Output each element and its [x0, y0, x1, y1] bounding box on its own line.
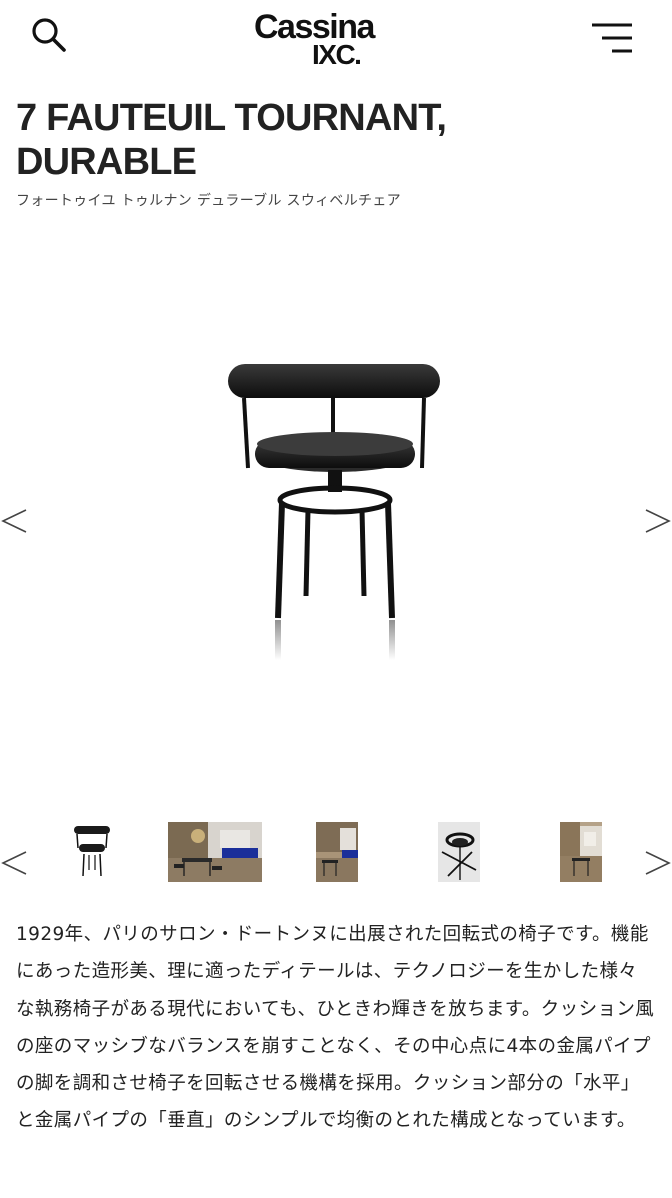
thumbnail-chair-top-view[interactable] — [438, 822, 480, 886]
chevron-right-icon — [645, 851, 671, 875]
product-main-image — [200, 340, 472, 670]
thumbnail-next-button[interactable] — [642, 848, 672, 878]
product-title: 7 FAUTEUIL TOURNANT, DURABLE — [16, 96, 656, 184]
thumbnail-interior[interactable] — [316, 822, 358, 886]
main-gallery-next-button[interactable] — [642, 506, 672, 536]
hamburger-menu-icon — [592, 23, 632, 53]
chevron-left-icon — [1, 851, 27, 875]
cassina-ixc-logo[interactable]: Cassina IXC. — [254, 10, 404, 70]
site-header: Cassina IXC. — [0, 0, 672, 80]
search-icon — [32, 18, 66, 52]
thumbnail-prev-button[interactable] — [0, 848, 30, 878]
product-subtitle-katakana: フォートゥイユ トゥルナン デュラーブル スウィベルチェア — [16, 193, 401, 209]
logo-text-bottom: IXC. — [312, 39, 362, 70]
thumbnail-room-corner[interactable] — [560, 822, 602, 886]
menu-button[interactable] — [588, 18, 636, 58]
search-button[interactable] — [28, 14, 72, 58]
thumbnail-living-room[interactable] — [168, 822, 262, 886]
thumbnail-chair-product[interactable] — [70, 822, 114, 886]
main-gallery-prev-button[interactable] — [0, 506, 30, 536]
product-title-line2: DURABLE — [16, 141, 197, 183]
product-title-line1: 7 FAUTEUIL TOURNANT, — [16, 97, 447, 139]
product-description: 1929年、パリのサロン・ドートンヌに出展された回転式の椅子です。機能にあった造… — [16, 924, 655, 1132]
chevron-right-icon — [645, 509, 671, 533]
chevron-left-icon — [1, 509, 27, 533]
thumbnail-strip — [0, 812, 672, 892]
